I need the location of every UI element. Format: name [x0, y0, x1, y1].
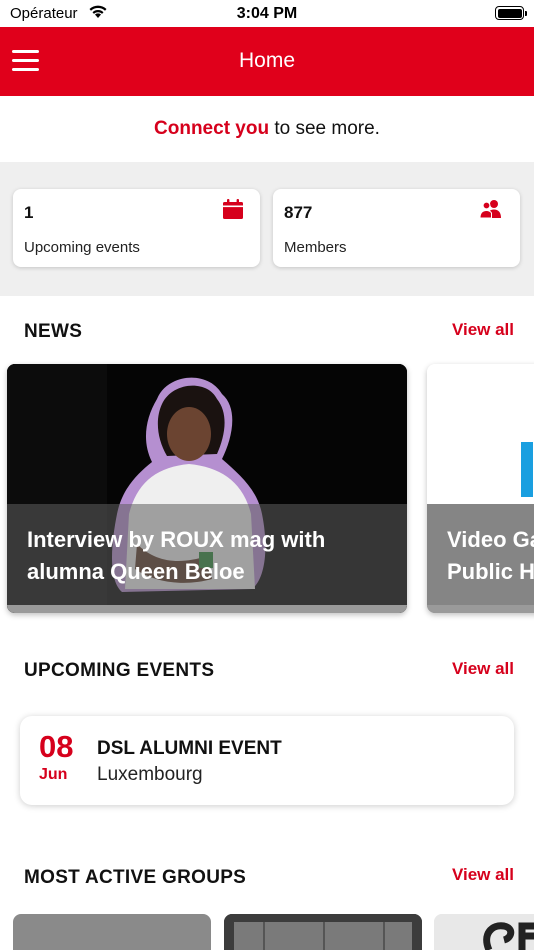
news-title-line1: Video Ga	[447, 527, 534, 552]
members-label: Members	[284, 239, 347, 256]
event-month: Jun	[39, 766, 68, 783]
groups-view-all-link[interactable]: View all	[452, 865, 514, 885]
upcoming-events-label: Upcoming events	[24, 239, 140, 256]
news-card[interactable]: Interview by ROUX mag with alumna Queen …	[7, 364, 407, 613]
stats-section: 1 Upcoming events 877 Members	[0, 162, 534, 296]
news-section-title: NEWS	[24, 321, 83, 342]
group-card[interactable]	[434, 914, 534, 950]
news-title: Video Ga Public H	[447, 524, 534, 588]
connect-link[interactable]: Connect you	[154, 118, 269, 139]
events-view-all-link[interactable]: View all	[452, 659, 514, 679]
members-count: 877	[284, 203, 313, 222]
group-photo	[434, 914, 534, 950]
upcoming-events-card[interactable]: 1 Upcoming events	[13, 189, 260, 267]
calendar-icon	[223, 199, 243, 219]
upcoming-events-count: 1	[24, 203, 34, 222]
event-location: Luxembourg	[97, 764, 203, 785]
group-card[interactable]	[13, 914, 211, 950]
groups-section-title: MOST ACTIVE GROUPS	[24, 867, 247, 888]
status-bar: Opérateur 3:04 PM	[0, 0, 534, 27]
news-view-all-link[interactable]: View all	[452, 320, 514, 340]
event-day: 08	[39, 729, 74, 764]
group-card[interactable]	[224, 914, 422, 950]
events-section-title: UPCOMING EVENTS	[24, 660, 215, 681]
battery-icon	[495, 6, 527, 20]
news-title-line2: Public H	[447, 559, 534, 584]
members-icon	[479, 200, 501, 219]
group-photo	[224, 914, 422, 950]
page-title: Home	[238, 49, 296, 72]
event-card[interactable]: 08 Jun DSL ALUMNI EVENT Luxembourg	[20, 716, 514, 805]
connect-banner-text: to see more.	[269, 118, 380, 139]
members-card[interactable]: 877 Members	[273, 189, 520, 267]
clock-time: 3:04 PM	[236, 5, 298, 22]
news-title: Interview by ROUX mag with alumna Queen …	[27, 527, 326, 584]
news-card[interactable]: Video Ga Public H	[427, 364, 534, 613]
connect-banner: Connect you to see more.	[0, 96, 534, 162]
event-name: DSL ALUMNI EVENT	[97, 738, 282, 759]
app-header: Home	[0, 27, 534, 96]
